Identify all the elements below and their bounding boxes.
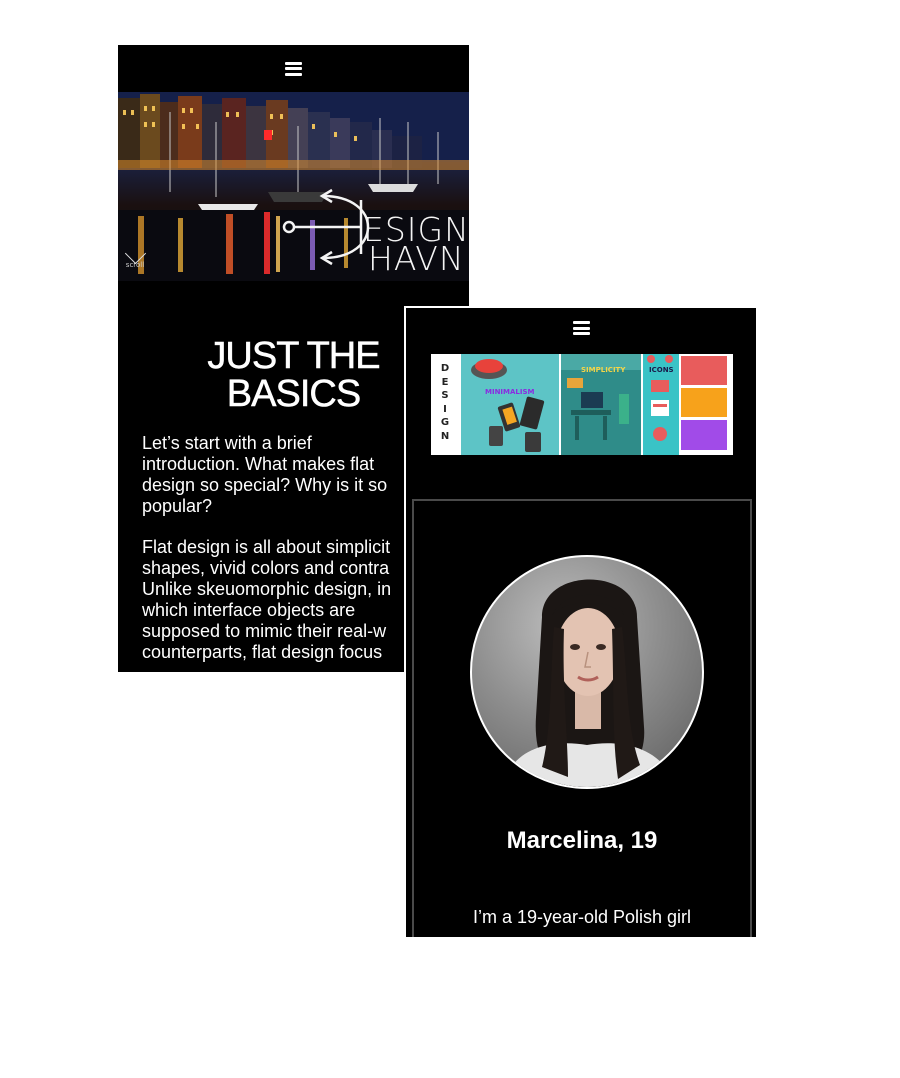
- profile-name: Marcelina, 19: [506, 827, 658, 854]
- banner-letter: S: [441, 390, 449, 401]
- hamburger-menu-icon[interactable]: [572, 321, 590, 335]
- swatch-purple: [681, 420, 727, 450]
- top-nav: [118, 45, 469, 92]
- banner-letter: G: [440, 417, 450, 428]
- profile-card: Marcelina, 19 I’m a 19-year-old Polish g…: [412, 499, 752, 937]
- banner-letter: I: [443, 403, 447, 415]
- scroll-indicator[interactable]: scroll: [120, 242, 150, 269]
- icons-tile: ICONS: [643, 354, 679, 455]
- banner-letter: D: [440, 363, 450, 374]
- banner-letter: E: [441, 376, 449, 388]
- red-button-and-phones-illustration: [471, 359, 545, 452]
- icons-label: ICONS: [649, 366, 674, 374]
- banner-letter: N: [440, 430, 450, 442]
- simplicity-tile: SIMPLICITY: [561, 354, 641, 455]
- simplicity-label: SIMPLICITY: [581, 366, 626, 374]
- banner-vertical-word: D E S I G N: [437, 362, 453, 443]
- section-title-line1: JUST THE: [207, 335, 381, 377]
- mobile-screen-profile: D E S I G N MINIMALISM SIMPLICITY ICONS …: [404, 306, 756, 937]
- profile-bio: I’m a 19-year-old Polish girl: [472, 907, 692, 927]
- design-banner-image: D E S I G N MINIMALISM SIMPLICITY ICONS: [431, 354, 733, 455]
- avatar: [470, 555, 704, 789]
- composition: ESIGN HAVN scroll JUST THE BASICS Let’s …: [0, 0, 900, 1078]
- intro-paragraph: Let’s start with a brief introduction. W…: [142, 433, 388, 516]
- portrait-photo: [502, 579, 677, 787]
- minimalism-label: MINIMALISM: [485, 388, 535, 396]
- hamburger-menu-icon[interactable]: [285, 61, 302, 76]
- swatch-red: [681, 356, 727, 385]
- section-title-line2: BASICS: [226, 373, 362, 415]
- top-nav: [406, 308, 756, 348]
- hero-image: ESIGN HAVN scroll: [118, 92, 469, 281]
- flat-design-paragraph: Flat design is all about simplicit shape…: [142, 537, 392, 662]
- logo-text-havn: HAVN: [368, 239, 465, 278]
- article-body: Let’s start with a brief introduction. W…: [142, 433, 442, 663]
- minimalism-tile: MINIMALISM: [461, 354, 559, 455]
- swatch-orange: [681, 388, 727, 417]
